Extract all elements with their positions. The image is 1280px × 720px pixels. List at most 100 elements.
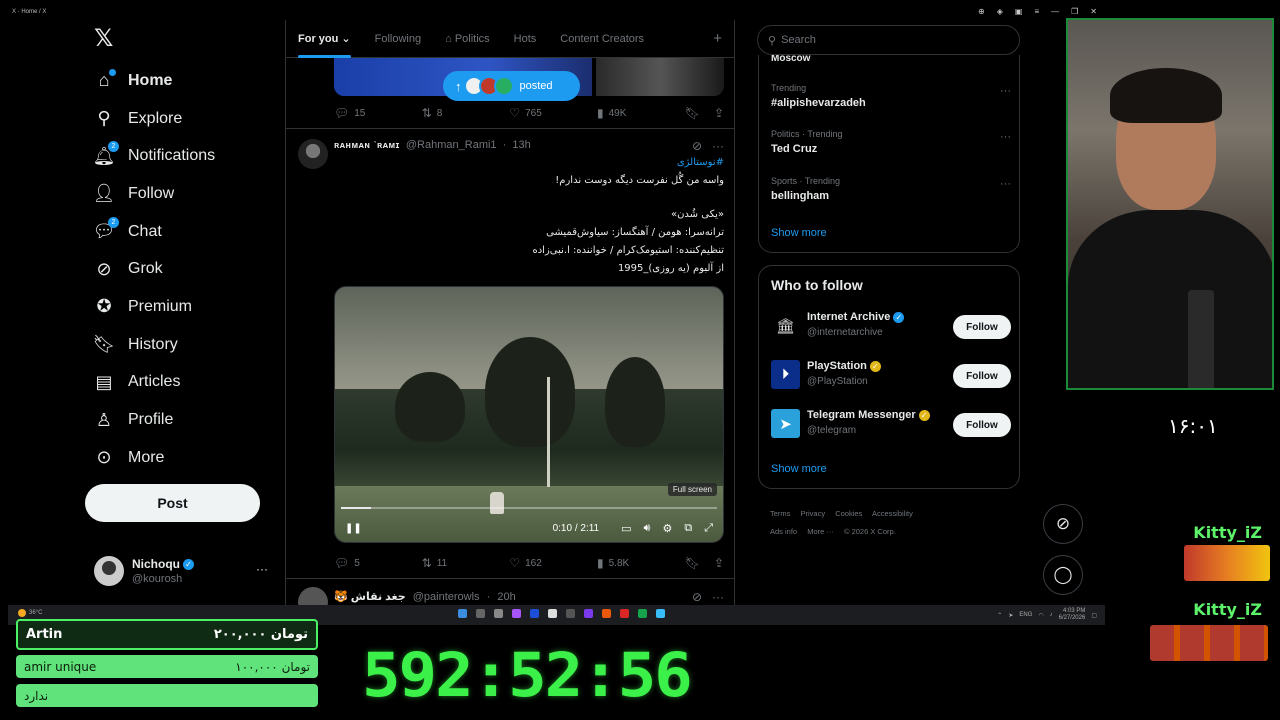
footer-link-more[interactable]: More ··· xyxy=(807,527,834,536)
trend-item[interactable]: Sports · Trending bellingham ··· xyxy=(771,176,1011,202)
tweet-hashtag[interactable]: #نوستالژی xyxy=(334,157,724,168)
more-dots-icon[interactable]: ··· xyxy=(1000,85,1011,97)
tab-hots[interactable]: Hots xyxy=(514,20,537,58)
app-icon[interactable] xyxy=(584,609,593,618)
footer-link-terms[interactable]: Terms xyxy=(770,509,790,518)
explorer-icon[interactable] xyxy=(494,609,503,618)
trend-item[interactable]: Trending #alipishevarzadeh ··· xyxy=(771,83,1011,109)
more-dots-icon[interactable]: ··· xyxy=(1000,178,1011,190)
more-dots-icon[interactable]: ··· xyxy=(712,590,724,604)
grok-icon[interactable]: ⊘ xyxy=(692,590,702,604)
wifi-icon[interactable]: ◠ xyxy=(1038,612,1043,619)
video-player[interactable]: Full screen ❚❚ 0:10 / 2:11 ▭ 🔊︎ ⚙ ⧉ ⤢ xyxy=(334,286,724,543)
app-icon[interactable] xyxy=(512,609,521,618)
follow-suggestion[interactable]: ⏵ PlayStation ✓ @PlayStation Follow xyxy=(771,356,1011,392)
close-icon[interactable]: ✕ xyxy=(1090,7,1097,16)
grok-icon[interactable]: ⊘ xyxy=(692,139,702,153)
sidebar-item-chat[interactable]: 💬︎ 2 Chat xyxy=(92,213,215,251)
x-app-icon[interactable] xyxy=(548,609,557,618)
settings-gear-icon[interactable]: ⚙ xyxy=(662,522,672,535)
follow-button[interactable]: Follow xyxy=(953,413,1011,437)
volume-icon[interactable]: ♪ xyxy=(1050,612,1053,618)
fullscreen-icon[interactable]: ⤢ xyxy=(704,522,713,535)
trend-topic[interactable]: Moscow xyxy=(771,55,810,64)
views-button[interactable]: ▮ 5.8K xyxy=(597,556,685,570)
tweet-author-handle[interactable]: @painterowls xyxy=(413,591,480,603)
follow-button[interactable]: Follow xyxy=(953,364,1011,388)
media-image[interactable] xyxy=(596,58,724,96)
app-icon[interactable] xyxy=(638,609,647,618)
footer-link-privacy[interactable]: Privacy xyxy=(801,509,826,518)
trend-item[interactable]: Politics · Trending Ted Cruz ··· xyxy=(771,129,1011,155)
captions-icon[interactable]: ▭ xyxy=(621,522,631,535)
post-button[interactable]: Post xyxy=(85,484,260,522)
footer-link-cookies[interactable]: Cookies xyxy=(835,509,862,518)
brave-icon[interactable] xyxy=(602,609,611,618)
tweet-author-handle[interactable]: @Rahman_Rami1 xyxy=(406,139,497,151)
add-tab-icon[interactable]: + xyxy=(713,30,722,47)
search-bar[interactable]: ⚲ xyxy=(757,25,1020,55)
app-icon[interactable] xyxy=(566,609,575,618)
video-progress-bar[interactable] xyxy=(341,507,717,509)
messages-fab-button[interactable]: ◯ xyxy=(1043,555,1083,595)
zoom-icon[interactable]: ⊕ xyxy=(978,7,985,16)
footer-link-ads-info[interactable]: Ads info xyxy=(770,527,797,536)
bookmark-icon[interactable]: 🔖︎ xyxy=(685,556,700,570)
sidebar-item-follow[interactable]: 👤︎ Follow xyxy=(92,175,215,213)
extensions-icon[interactable]: ▣ xyxy=(1015,7,1023,16)
tray-clock[interactable]: 4:03 PM 6/27/2026 xyxy=(1059,608,1086,622)
search-input[interactable] xyxy=(781,34,1002,46)
views-button[interactable]: ▮ 49K xyxy=(597,106,685,120)
follow-show-more-link[interactable]: Show more xyxy=(771,463,827,475)
sidebar-item-home[interactable]: ⌂ Home xyxy=(92,62,215,100)
grok-fab-button[interactable]: ⊘ xyxy=(1043,504,1083,544)
steam-icon[interactable] xyxy=(656,609,665,618)
more-dots-icon[interactable]: ··· xyxy=(256,562,268,576)
trends-show-more-link[interactable]: Show more xyxy=(771,227,827,239)
start-icon[interactable] xyxy=(458,609,467,618)
account-switcher[interactable]: Nichoqu ✓ @kourosh ··· xyxy=(94,556,274,588)
telegram-tray-icon[interactable]: ➤ xyxy=(1008,612,1013,619)
sidebar-item-profile[interactable]: ♙ Profile xyxy=(92,401,215,439)
new-posts-pill[interactable]: ↑ posted xyxy=(443,71,580,101)
reply-button[interactable]: 💬︎ 15 xyxy=(334,106,422,120)
sidebar-item-premium[interactable]: ✪ Premium xyxy=(92,288,215,326)
app-icon[interactable] xyxy=(530,609,539,618)
follow-button[interactable]: Follow xyxy=(953,315,1011,339)
notification-icon[interactable]: ▢ xyxy=(1091,612,1097,619)
menu-icon[interactable]: ≡ xyxy=(1034,7,1039,16)
more-dots-icon[interactable]: ··· xyxy=(1000,131,1011,143)
sidebar-item-explore[interactable]: ⚲ Explore xyxy=(92,100,215,138)
minimize-icon[interactable]: — xyxy=(1051,7,1059,16)
tweet-time[interactable]: 13h xyxy=(512,139,530,151)
tab-for-you[interactable]: For you ⌄ xyxy=(298,20,351,58)
task-view-icon[interactable] xyxy=(476,609,485,618)
sidebar-item-grok[interactable]: ⊘ Grok xyxy=(92,250,215,288)
tab-content-creators[interactable]: Content Creators xyxy=(560,20,644,58)
x-logo-icon[interactable]: 𝕏 xyxy=(94,27,116,51)
share-icon[interactable]: ⇪ xyxy=(714,106,724,120)
sidebar-item-articles[interactable]: ▤ Articles xyxy=(92,364,215,402)
chevron-up-icon[interactable]: ⌃ xyxy=(997,612,1002,619)
repost-button[interactable]: ⇅ 11 xyxy=(422,556,510,570)
footer-link-accessibility[interactable]: Accessibility xyxy=(872,509,913,518)
follow-suggestion[interactable]: 🏛︎ Internet Archive ✓ @internetarchive Fo… xyxy=(771,307,1011,343)
avatar[interactable] xyxy=(298,139,328,169)
sidebar-item-more[interactable]: ⊙ More xyxy=(92,439,215,477)
tab-politics[interactable]: ⌂ Politics xyxy=(445,20,490,58)
language-indicator[interactable]: ENG xyxy=(1019,612,1032,618)
share-icon[interactable]: ⇪ xyxy=(714,556,724,570)
more-dots-icon[interactable]: ··· xyxy=(712,139,724,153)
like-button[interactable]: ♡ 765 xyxy=(509,106,597,120)
tab-following[interactable]: Following xyxy=(375,20,421,58)
like-button[interactable]: ♡ 162 xyxy=(509,556,597,570)
picture-in-picture-icon[interactable]: ⧉ xyxy=(684,522,692,535)
shield-icon[interactable]: ◈ xyxy=(997,7,1003,16)
follow-suggestion[interactable]: ➤ Telegram Messenger ✓ @telegram Follow xyxy=(771,405,1011,441)
reply-button[interactable]: 💬︎ 5 xyxy=(334,556,422,570)
weather-widget[interactable]: 36°C xyxy=(18,609,42,617)
sidebar-item-history[interactable]: 🔖︎ History xyxy=(92,326,215,364)
app-icon[interactable] xyxy=(620,609,629,618)
tweet-author-name[interactable]: 🐯 جغد نقاش xyxy=(334,591,406,603)
bookmark-icon[interactable]: 🔖︎ xyxy=(685,106,700,120)
